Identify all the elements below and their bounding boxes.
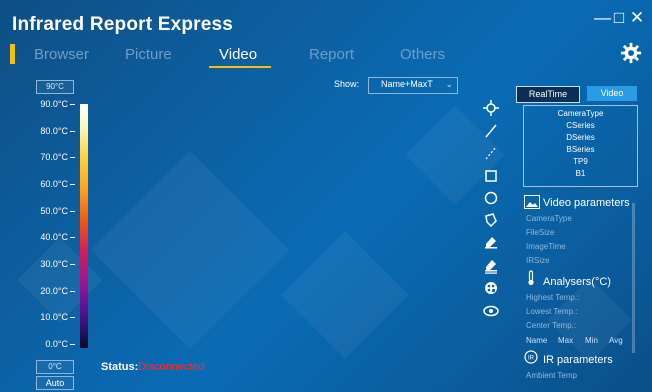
scale-tick-mark — [70, 290, 75, 292]
list-item[interactable]: B1 — [524, 169, 637, 178]
scale-tick-label: 20.0°C — [40, 285, 68, 296]
column-header: Name — [526, 336, 548, 345]
palette-icon[interactable] — [481, 278, 501, 298]
list-item[interactable]: BSeries — [524, 145, 637, 154]
show-select[interactable]: Name+MaxT ⌄ — [368, 77, 458, 94]
param-label: ImageTime — [526, 242, 566, 251]
tab-picture[interactable]: Picture — [125, 46, 172, 63]
status-label: Status: — [101, 361, 139, 373]
param-label: Ambient Temp — [526, 371, 577, 380]
maximize-icon[interactable]: □ — [611, 8, 627, 28]
ir-icon: IR — [524, 350, 538, 364]
background-decoration — [281, 231, 409, 359]
line-icon[interactable] — [481, 121, 501, 141]
auto-button[interactable]: Auto — [36, 376, 74, 390]
video-parameters-title: Video parameters — [543, 197, 630, 209]
dashed-line-icon[interactable] — [481, 143, 501, 163]
minimize-icon[interactable]: — — [594, 8, 611, 28]
scale-tick-label: 40.0°C — [40, 232, 68, 243]
camera-type-list: CameraType CSeries DSeries BSeries TP9 B… — [523, 105, 638, 187]
tab-others[interactable]: Others — [400, 46, 445, 63]
show-select-value: Name+MaxT — [381, 79, 433, 89]
chevron-down-icon: ⌄ — [445, 79, 453, 89]
scale-tick-label: 10.0°C — [40, 312, 68, 323]
thermometer-icon — [525, 270, 537, 286]
active-tab-underline — [209, 66, 271, 68]
circle-icon[interactable] — [481, 188, 501, 208]
nav-accent-bar — [10, 44, 15, 64]
scale-tick-mark — [70, 157, 75, 159]
right-panel-scrollbar[interactable] — [632, 203, 635, 353]
scale-tick-label: 60.0°C — [40, 179, 68, 189]
realtime-button[interactable]: RealTime — [516, 86, 580, 103]
tab-video[interactable]: Video — [219, 46, 257, 63]
gear-icon[interactable] — [620, 42, 642, 64]
scale-tick-label: 90.0°C — [40, 99, 68, 109]
image-icon — [524, 195, 540, 209]
analysers-title: Analysers(°C) — [543, 276, 611, 288]
scale-tick-mark — [70, 104, 75, 105]
erase-all-icon[interactable] — [481, 255, 501, 275]
param-label: Highest Temp.: — [526, 293, 580, 302]
param-label: FileSize — [526, 228, 555, 237]
scale-tick-label: 30.0°C — [40, 259, 68, 269]
rectangle-icon[interactable] — [481, 166, 501, 186]
close-icon[interactable]: ✕ — [629, 8, 645, 28]
tab-report[interactable]: Report — [309, 46, 354, 63]
scale-tick-label: 70.0°C — [40, 152, 68, 163]
scale-tick-label: 50.0°C — [40, 205, 68, 216]
temperature-colorbar — [80, 104, 88, 348]
video-button[interactable]: Video — [587, 86, 637, 101]
camera-type-header: CameraType — [557, 109, 604, 118]
scale-tick-mark — [70, 184, 75, 185]
scale-tick-mark — [70, 210, 75, 212]
eye-icon[interactable] — [481, 301, 501, 321]
scale-tick-label: 0.0°C — [45, 339, 68, 349]
column-header: Avg — [609, 336, 623, 345]
list-item[interactable]: CSeries — [524, 121, 637, 130]
erase-icon[interactable] — [481, 232, 501, 252]
crosshair-icon[interactable] — [481, 98, 501, 118]
status-value: Disconnected — [138, 361, 205, 373]
scale-tick-mark — [70, 264, 75, 265]
polygon-icon[interactable] — [481, 210, 501, 230]
scale-tick-mark — [70, 237, 75, 239]
background-decoration — [547, 277, 633, 363]
column-header: Max — [558, 336, 574, 345]
scale-tick-mark — [70, 130, 75, 132]
max-temp-box[interactable]: 90°C — [36, 80, 74, 94]
app-title: Infrared Report Express — [12, 14, 234, 35]
tab-browser[interactable]: Browser — [34, 46, 89, 63]
ir-parameters-title: IR parameters — [543, 354, 613, 366]
svg-text:IR: IR — [528, 356, 535, 362]
scale-tick-label: 80.0°C — [40, 125, 68, 136]
min-temp-box[interactable]: 0°C — [36, 360, 74, 374]
param-label: IRSize — [526, 256, 550, 265]
param-label: Center Temp.: — [526, 321, 577, 330]
column-header: Min — [585, 336, 598, 345]
background-decoration — [91, 151, 289, 349]
scale-tick-mark — [70, 344, 75, 345]
list-item[interactable]: TP9 — [524, 157, 637, 166]
list-item[interactable]: DSeries — [524, 133, 637, 142]
background-decoration — [17, 237, 103, 323]
param-label: Lowest Temp.: — [526, 307, 578, 316]
scale-tick-mark — [70, 317, 75, 319]
param-label: CameraType — [526, 214, 572, 223]
show-label: Show: — [334, 79, 360, 89]
